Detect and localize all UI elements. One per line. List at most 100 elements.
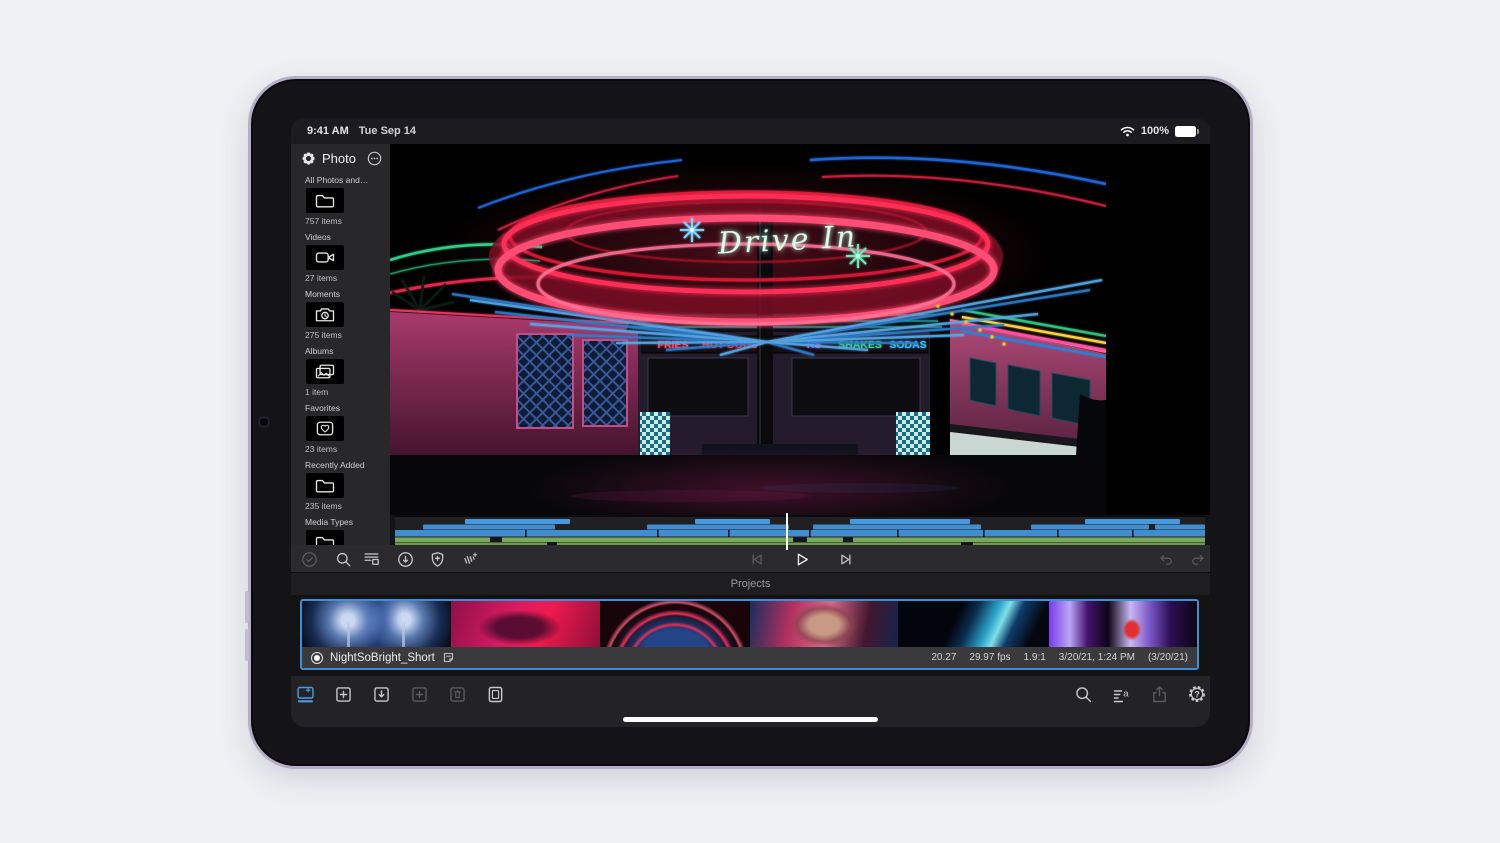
ellipsis-circle-icon[interactable] [367, 151, 382, 166]
waveform-add-button[interactable] [457, 547, 481, 571]
ipad-device: 9:41 AM Tue Sep 14 100% Photo All Photos… [245, 76, 1253, 769]
select-clips-button[interactable] [297, 547, 321, 571]
filmstrip-thumb-palms [302, 601, 452, 647]
library-item-videos[interactable]: Videos 27 items [291, 231, 390, 288]
library-item-label: Recently Added [305, 460, 365, 470]
play-button[interactable] [789, 547, 813, 571]
library-item-count: 235 items [305, 501, 342, 511]
library-view-button[interactable] [293, 682, 317, 706]
settings-help-button[interactable]: ? [1185, 682, 1209, 706]
status-bar: 9:41 AM Tue Sep 14 100% [291, 118, 1210, 144]
heart-card-icon [316, 421, 334, 436]
library-item-thumbnail[interactable] [306, 302, 344, 327]
library-item-label: Videos [305, 232, 331, 242]
sort-projects-button[interactable]: a [1109, 682, 1133, 706]
library-item-recently-added[interactable]: Recently Added 235 items [291, 459, 390, 516]
project-title-row: NightSoBright_Short 20.27 29.97 fps 1.9:… [302, 647, 1197, 668]
edit-toolbar [291, 545, 1210, 572]
filmstrip-thumb-dark-building [899, 601, 1049, 647]
library-item-favorites[interactable]: Favorites 23 items [291, 402, 390, 459]
timeline-overview[interactable] [395, 513, 1205, 549]
clip-info-button[interactable] [393, 547, 417, 571]
volume-down-button[interactable] [245, 629, 249, 661]
timeline-clips [395, 519, 1205, 547]
project-metadata: 20.27 29.97 fps 1.9:1 3/20/21, 1:24 PM (… [931, 652, 1188, 663]
library-item-albums[interactable]: Albums 1 item [291, 345, 390, 402]
neon-sign-sodas: SODAS [889, 339, 926, 351]
page-background: 9:41 AM Tue Sep 14 100% Photo All Photos… [0, 0, 1500, 843]
projects-header-label: Projects [730, 578, 771, 590]
search-library-button[interactable] [331, 547, 355, 571]
library-item-label: Media Types [305, 517, 354, 527]
video-camera-icon [315, 252, 335, 263]
front-camera [260, 418, 268, 426]
filmstrip-thumb-magenta-portrait [451, 601, 601, 647]
help-mark: ? [1194, 689, 1200, 699]
library-item-thumbnail[interactable] [306, 416, 344, 441]
library-source-header[interactable]: Photo [291, 144, 390, 172]
project-item-selected[interactable]: NightSoBright_Short 20.27 29.97 fps 1.9:… [300, 599, 1199, 670]
sort-list-button[interactable] [359, 547, 383, 571]
app-screen: 9:41 AM Tue Sep 14 100% Photo All Photos… [291, 118, 1210, 727]
clock-time: 9:41 AM [307, 125, 349, 137]
clipboard-button[interactable] [483, 682, 507, 706]
project-modified-date: 3/20/21, 1:24 PM [1058, 652, 1135, 663]
library-item-label: Moments [305, 289, 340, 299]
playhead[interactable] [786, 513, 788, 549]
shield-plus-button[interactable] [425, 547, 449, 571]
library-item-label: Favorites [305, 403, 340, 413]
share-project-button[interactable] [1147, 682, 1171, 706]
battery-percent: 100% [1140, 125, 1169, 137]
project-name: NightSoBright_Short [330, 651, 435, 664]
duplicate-project-button[interactable] [407, 682, 431, 706]
library-item-count: 27 items [305, 273, 338, 283]
project-framerate: 29.97 fps [969, 652, 1011, 663]
projects-toolbar: a ? [291, 676, 1210, 727]
delete-project-button[interactable] [445, 682, 469, 706]
sort-letter: a [1123, 688, 1129, 699]
clock-date: Tue Sep 14 [358, 125, 417, 137]
project-selected-radio[interactable] [311, 651, 323, 664]
library-item-thumbnail[interactable] [306, 188, 344, 213]
project-notes-icon[interactable] [442, 651, 455, 664]
drive-in-neon-sign: Drive In [716, 219, 858, 261]
filmstrip-thumb-face [749, 601, 900, 647]
library-item-all-photos[interactable]: All Photos and… 757 items [291, 174, 390, 231]
battery-icon [1175, 125, 1199, 137]
drive-in-preview-frame: FRIES HOT DOGS RS SHAKES SODAS Drive In [389, 144, 1107, 531]
library-category-list: All Photos and… 757 items Videos 27 item… [291, 174, 390, 573]
project-duration: 20.27 [931, 652, 957, 663]
library-item-count: 275 items [305, 330, 342, 340]
redo-button[interactable] [1186, 547, 1210, 571]
filmstrip-thumb-neon-rings [600, 601, 750, 647]
undo-button[interactable] [1154, 547, 1178, 571]
new-project-button[interactable] [331, 682, 355, 706]
photos-app-icon [302, 151, 315, 165]
volume-up-button[interactable] [245, 591, 249, 623]
project-filmstrip[interactable] [302, 601, 1197, 647]
library-sidebar: Photo All Photos and… 757 items Videos 2… [291, 144, 390, 568]
library-item-label: All Photos and… [305, 175, 369, 185]
library-item-count: 757 items [305, 216, 342, 226]
filmstrip-thumb-purple-house [1048, 601, 1197, 647]
skip-forward-button[interactable] [833, 547, 857, 571]
projects-header: Projects [291, 572, 1210, 595]
library-source-title: Photo [322, 150, 356, 166]
library-item-thumbnail[interactable] [306, 473, 344, 498]
search-projects-button[interactable] [1071, 682, 1095, 706]
wifi-icon [1120, 126, 1135, 136]
library-item-thumbnail[interactable] [306, 359, 344, 384]
skip-back-button[interactable] [745, 547, 769, 571]
folder-icon [315, 194, 335, 208]
import-project-button[interactable] [369, 682, 393, 706]
project-aspect-ratio: 1.9:1 [1023, 652, 1046, 663]
projects-list: NightSoBright_Short 20.27 29.97 fps 1.9:… [291, 595, 1210, 676]
photo-stack-icon [315, 364, 335, 379]
library-item-moments[interactable]: Moments 275 items [291, 288, 390, 345]
video-preview-area[interactable]: FRIES HOT DOGS RS SHAKES SODAS Drive In [389, 144, 1210, 531]
library-item-label: Albums [305, 346, 334, 356]
library-item-count: 1 item [305, 387, 329, 397]
home-indicator[interactable] [623, 717, 878, 722]
library-item-thumbnail[interactable] [306, 245, 344, 270]
library-item-count: 23 items [305, 444, 338, 454]
